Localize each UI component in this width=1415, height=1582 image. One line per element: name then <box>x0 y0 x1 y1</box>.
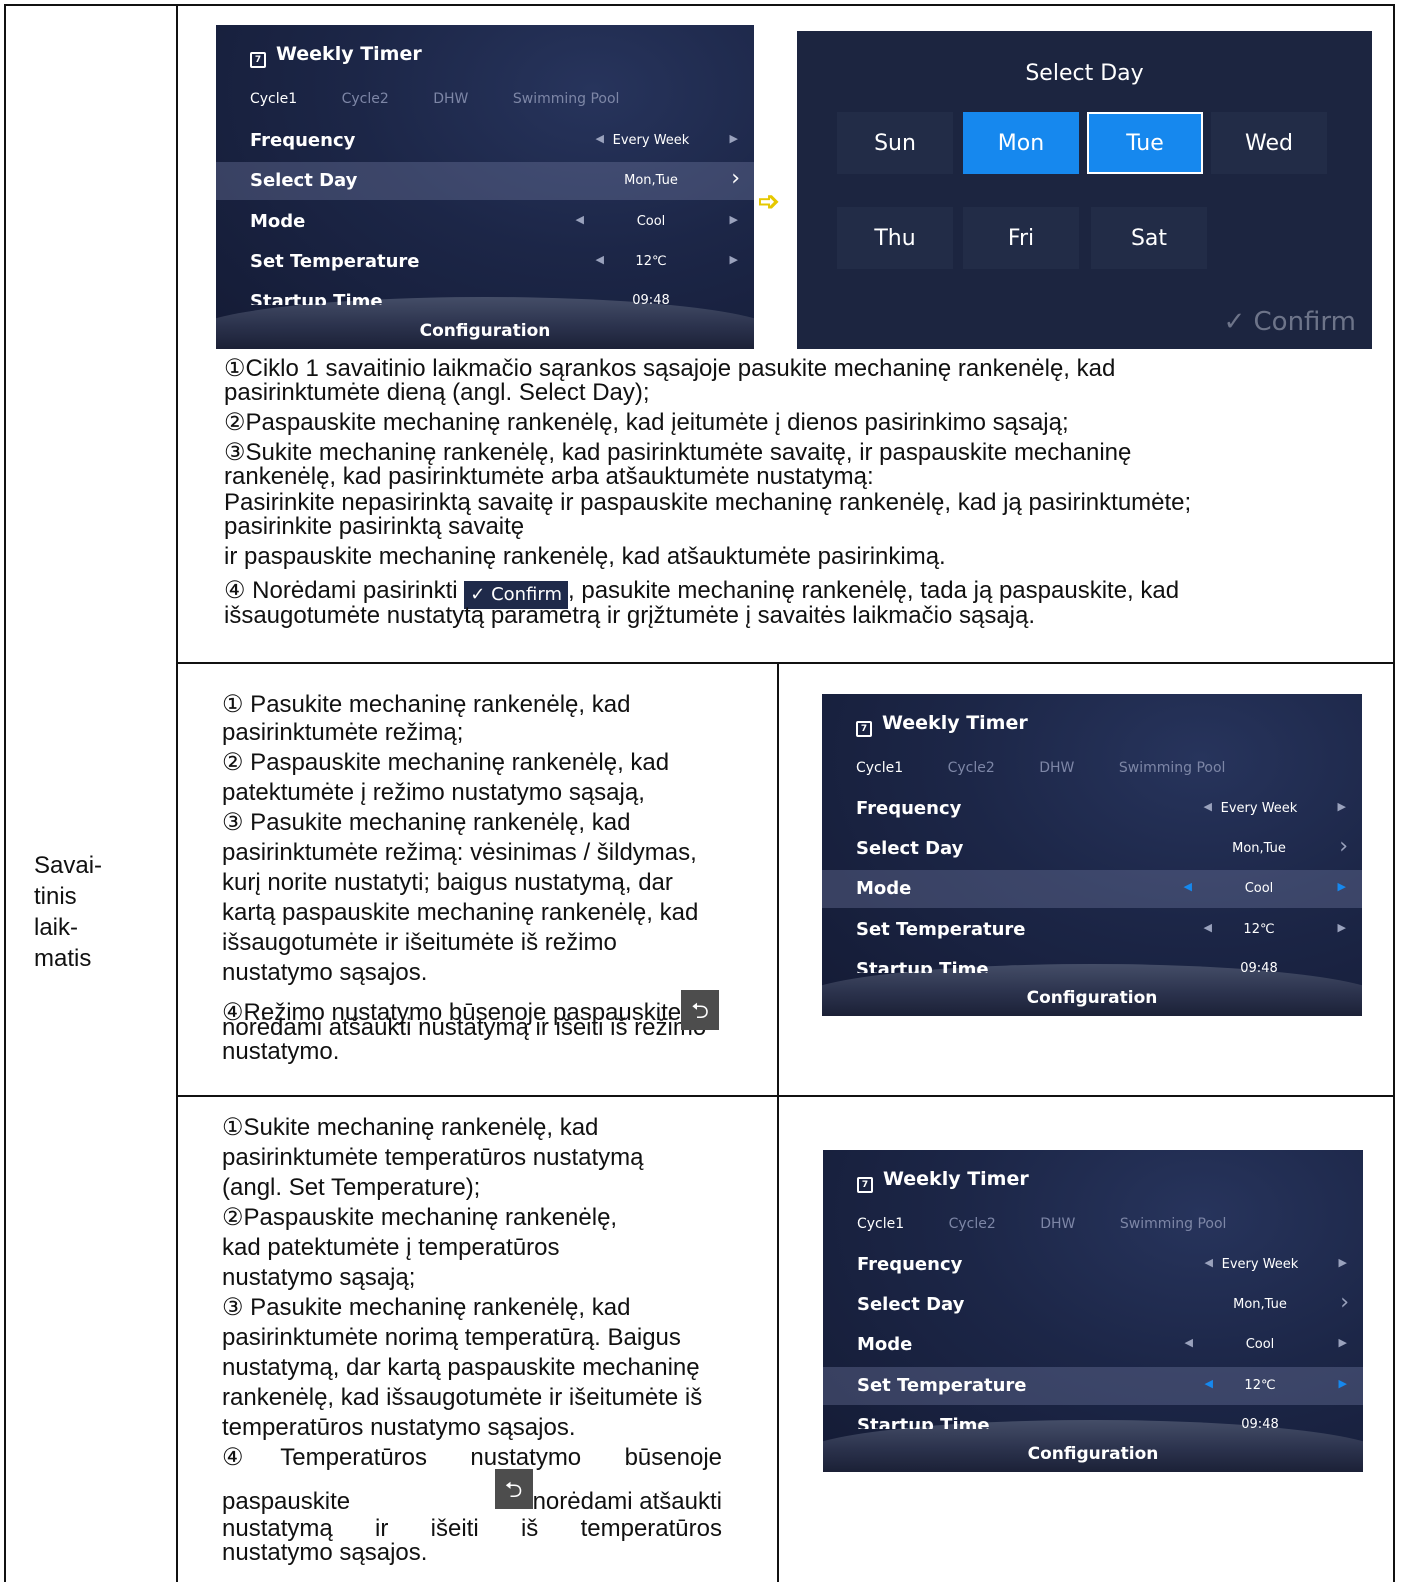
confirm-button[interactable]: ✓ Confirm <box>1223 307 1356 337</box>
arrow-right-icon[interactable]: ▶ <box>1339 1377 1347 1390</box>
row-select-day[interactable]: Select Day Mon,Tue › <box>216 162 754 200</box>
weekly-timer-screen-1: 7 Weekly Timer Cycle1 Cycle2 DHW Swimming… <box>216 25 754 349</box>
weekly-timer-screen-2: 7 Weekly Timer Cycle1 Cycle2 DHW Swimming… <box>822 694 1362 1016</box>
row-startup-time[interactable]: Startup Time 09:48 <box>823 1415 1363 1429</box>
row-divider-2 <box>176 1095 1395 1097</box>
select-day-screen: Select Day Sun Mon Tue Wed Thu Fri Sat ✓… <box>797 31 1372 349</box>
row-mode[interactable]: Mode ◀ Cool ▶ <box>823 1326 1363 1364</box>
arrow-right-icon[interactable]: ▶ <box>730 213 738 226</box>
tab-cycle2[interactable]: Cycle2 <box>342 91 389 107</box>
row-startup-time[interactable]: Startup Time 09:48 <box>822 959 1362 973</box>
tab-cycle2[interactable]: Cycle2 <box>948 760 995 776</box>
calendar-icon: 7 <box>250 52 266 68</box>
calendar-icon: 7 <box>856 721 872 737</box>
back-icon[interactable]: ⮌ <box>494 1469 533 1509</box>
arrow-right-icon[interactable]: ▶ <box>730 253 738 266</box>
arrow-left-icon[interactable]: ◀ <box>1184 880 1192 893</box>
configuration-label[interactable]: Configuration <box>823 1444 1363 1464</box>
inner-column-divider <box>777 662 779 1582</box>
tab-cycle1[interactable]: Cycle1 <box>857 1216 904 1232</box>
arrow-right-icon[interactable]: ▶ <box>1339 1256 1347 1269</box>
back-icon[interactable]: ⮌ <box>681 990 720 1030</box>
day-sun[interactable]: Sun <box>837 112 953 174</box>
arrow-right-icon[interactable]: ▶ <box>1338 800 1346 813</box>
chevron-right-icon[interactable]: › <box>1339 834 1348 859</box>
section3-instructions: ①Sukite mechaninę rankenėlę, kad pasirin… <box>222 1114 722 1566</box>
row-set-temperature[interactable]: Set Temperature ◀ 12℃ ▶ <box>823 1367 1363 1405</box>
table-column-divider <box>176 4 178 1582</box>
tab-cycle2[interactable]: Cycle2 <box>949 1216 996 1232</box>
row-select-day[interactable]: Select Day Mon,Tue › <box>822 830 1362 868</box>
row-set-temperature[interactable]: Set Temperature ◀ 12℃ ▶ <box>822 911 1362 949</box>
configuration-label[interactable]: Configuration <box>822 988 1362 1008</box>
tab-swimming-pool[interactable]: Swimming Pool <box>513 91 620 107</box>
select-day-title: Select Day <box>1025 61 1144 86</box>
row-frequency[interactable]: Frequency ◀ Every Week ▶ <box>216 122 754 160</box>
side-label: Savai- tinis laik- matis <box>34 852 103 972</box>
section2-instructions: ① Pasukite mechaninę rankenėlę, kad pasi… <box>222 690 720 1064</box>
tab-cycle1[interactable]: Cycle1 <box>856 760 903 776</box>
row-divider-1 <box>176 662 1395 664</box>
tab-dhw[interactable]: DHW <box>1039 760 1074 776</box>
day-wed[interactable]: Wed <box>1211 112 1327 174</box>
arrow-right-icon[interactable]: ▶ <box>1339 1336 1347 1349</box>
chevron-right-icon[interactable]: › <box>731 166 740 191</box>
row-select-day[interactable]: Select Day Mon,Tue › <box>823 1286 1363 1324</box>
day-mon[interactable]: Mon <box>963 112 1079 174</box>
table-top-border <box>4 4 1395 6</box>
day-tue[interactable]: Tue <box>1087 112 1203 174</box>
right-arrow-icon: ➩ <box>758 186 780 216</box>
calendar-icon: 7 <box>857 1177 873 1193</box>
weekly-timer-screen-3: 7 Weekly Timer Cycle1 Cycle2 DHW Swimming… <box>823 1150 1363 1472</box>
tab-swimming-pool[interactable]: Swimming Pool <box>1119 760 1226 776</box>
chevron-right-icon[interactable]: › <box>1340 1290 1349 1315</box>
tab-dhw[interactable]: DHW <box>1040 1216 1075 1232</box>
screen-title: 7 Weekly Timer <box>857 1168 1029 1193</box>
row-mode[interactable]: Mode ◀ Cool ▶ <box>216 203 754 241</box>
arrow-left-icon[interactable]: ◀ <box>576 213 584 226</box>
screen-title: 7 Weekly Timer <box>856 712 1028 737</box>
cycle-tabs: Cycle1 Cycle2 DHW Swimming Pool <box>856 760 1265 776</box>
tab-cycle1[interactable]: Cycle1 <box>250 91 297 107</box>
table-left-border <box>4 4 6 1582</box>
row-set-temperature[interactable]: Set Temperature ◀ 12℃ ▶ <box>216 243 754 281</box>
configuration-label[interactable]: Configuration <box>216 321 754 341</box>
cycle-tabs: Cycle1 Cycle2 DHW Swimming Pool <box>857 1216 1266 1232</box>
screen-title: 7 Weekly Timer <box>250 43 422 68</box>
tab-swimming-pool[interactable]: Swimming Pool <box>1120 1216 1227 1232</box>
cycle-tabs: Cycle1 Cycle2 DHW Swimming Pool <box>250 91 659 107</box>
section1-instructions: ①Ciklo 1 savaitinio laikmačio sąrankos s… <box>224 355 1192 629</box>
arrow-right-icon[interactable]: ▶ <box>1338 921 1346 934</box>
day-sat[interactable]: Sat <box>1091 207 1207 269</box>
row-frequency[interactable]: Frequency ◀ Every Week ▶ <box>823 1246 1363 1284</box>
arrow-right-icon[interactable]: ▶ <box>730 132 738 145</box>
tab-dhw[interactable]: DHW <box>433 91 468 107</box>
day-fri[interactable]: Fri <box>963 207 1079 269</box>
table-right-border <box>1393 4 1395 1582</box>
arrow-left-icon[interactable]: ◀ <box>1185 1336 1193 1349</box>
day-thu[interactable]: Thu <box>837 207 953 269</box>
row-mode[interactable]: Mode ◀ Cool ▶ <box>822 870 1362 908</box>
row-startup-time[interactable]: Startup Time 09:48 <box>216 291 754 305</box>
arrow-right-icon[interactable]: ▶ <box>1338 880 1346 893</box>
row-frequency[interactable]: Frequency ◀ Every Week ▶ <box>822 790 1362 828</box>
